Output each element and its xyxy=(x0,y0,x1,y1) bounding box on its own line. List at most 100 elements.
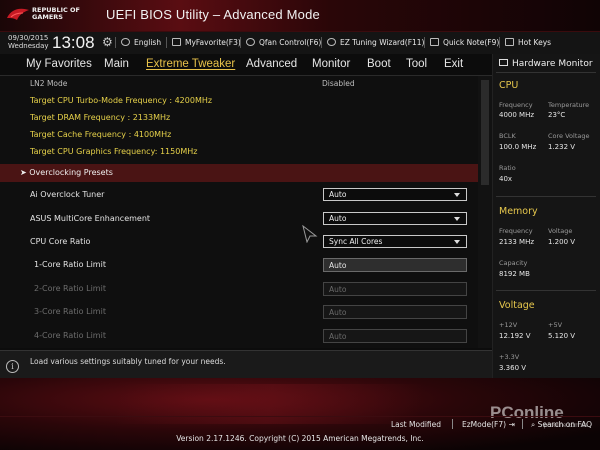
cpu-core-ratio-label: CPU Core Ratio xyxy=(30,237,91,246)
search-faq-button[interactable]: ⌕ Search on FAQ xyxy=(531,420,592,430)
ez-tuning-wizard-button[interactable]: EZ Tuning Wizard(F11) xyxy=(327,38,424,47)
overclocking-presets-label: ➤ Overclocking Presets xyxy=(20,168,113,177)
core-voltage-value: 1.232 V xyxy=(548,143,576,151)
favorite-icon xyxy=(172,38,181,46)
hardware-monitor-title: Hardware Monitor xyxy=(499,59,593,69)
hw-title-text: Hardware Monitor xyxy=(512,59,593,69)
globe-icon xyxy=(121,38,130,46)
scrollbar-thumb[interactable] xyxy=(481,80,489,185)
brand-text: REPUBLIC OF GAMERS xyxy=(32,6,81,21)
voltage-heading: Voltage xyxy=(499,300,535,311)
memory-frequency-value: 2133 MHz xyxy=(499,238,535,246)
core1-ratio-label: 1-Core Ratio Limit xyxy=(34,260,106,269)
chevron-down-icon xyxy=(454,240,460,244)
divider xyxy=(496,196,596,197)
rog-eye-icon xyxy=(7,8,29,20)
core2-ratio-label: 2-Core Ratio Limit xyxy=(34,284,106,293)
v5-label: +5V xyxy=(548,321,563,329)
language-button[interactable]: English xyxy=(121,38,161,47)
cpu-frequency-label: Frequency xyxy=(499,101,533,109)
quick-note-button[interactable]: Quick Note(F9) xyxy=(430,38,499,47)
preset-text: Overclocking Presets xyxy=(29,168,113,177)
memory-voltage-label: Voltage xyxy=(548,227,573,235)
v5-value: 5.120 V xyxy=(548,332,576,340)
v33-value: 3.360 V xyxy=(499,364,527,372)
hot-keys-label: Hot Keys xyxy=(518,38,552,47)
select-value: Sync All Cores xyxy=(329,237,383,246)
target-cpu-turbo: Target CPU Turbo-Mode Frequency : 4200MH… xyxy=(30,96,213,105)
tab-monitor[interactable]: Monitor xyxy=(312,58,350,70)
target-dram-frequency: Target DRAM Frequency : 2133MHz xyxy=(30,113,171,122)
divider xyxy=(522,419,523,429)
app-title: UEFI BIOS Utility – Advanced Mode xyxy=(106,7,320,22)
select-value: Auto xyxy=(329,190,347,199)
help-icon xyxy=(505,38,514,46)
core-voltage-label: Core Voltage xyxy=(548,132,590,140)
divider xyxy=(499,37,500,48)
multicore-enhancement-label: ASUS MultiCore Enhancement xyxy=(30,214,151,223)
bclk-value: 100.0 MHz xyxy=(499,143,537,151)
ai-overclock-tuner-select[interactable]: Auto xyxy=(323,188,467,201)
memory-voltage-value: 1.200 V xyxy=(548,238,576,246)
divider xyxy=(321,37,322,48)
core2-ratio-field: Auto xyxy=(323,282,467,296)
divider xyxy=(166,37,167,48)
divider xyxy=(0,416,600,417)
select-value: Auto xyxy=(329,214,347,223)
cpu-core-ratio-select[interactable]: Sync All Cores xyxy=(323,235,467,248)
settings-gear-icon[interactable]: ⚙ xyxy=(102,35,113,49)
tab-advanced[interactable]: Advanced xyxy=(246,58,297,70)
myfavorite-button[interactable]: MyFavorite(F3) xyxy=(172,38,241,47)
target-cache-frequency: Target Cache Frequency : 4100MHz xyxy=(30,130,172,139)
ez-tuning-label: EZ Tuning Wizard(F11) xyxy=(340,38,425,47)
divider xyxy=(424,37,425,48)
wand-icon xyxy=(327,38,336,46)
qfan-control-button[interactable]: Qfan Control(F6) xyxy=(246,38,321,47)
divider xyxy=(240,37,241,48)
myfavorite-label: MyFavorite(F3) xyxy=(185,38,241,47)
tab-boot[interactable]: Boot xyxy=(367,58,391,70)
ratio-value: 40x xyxy=(499,175,513,183)
ln2-mode-label: LN2 Mode xyxy=(30,79,68,88)
divider xyxy=(496,72,596,73)
search-label: Search on FAQ xyxy=(537,420,592,429)
memory-heading: Memory xyxy=(499,206,538,217)
tab-my-favorites[interactable]: My Favorites xyxy=(26,58,92,70)
ezmode-label: EzMode(F7) xyxy=(462,420,507,429)
v33-label: +3.3V xyxy=(499,353,520,361)
bios-screen: REPUBLIC OF GAMERS UEFI BIOS Utility – A… xyxy=(0,0,600,450)
tab-main[interactable]: Main xyxy=(104,58,129,70)
bclk-label: BCLK xyxy=(499,132,516,140)
multicore-enhancement-select[interactable]: Auto xyxy=(323,212,467,225)
target-cpu-graphics: Target CPU Graphics Frequency: 1150MHz xyxy=(30,147,198,156)
tab-extreme-tweaker[interactable]: Extreme Tweaker xyxy=(146,58,235,70)
clock-time: 13:08 xyxy=(52,33,95,52)
last-modified-button[interactable]: Last Modified xyxy=(391,420,441,429)
cpu-frequency-value: 4000 MHz xyxy=(499,111,535,119)
chevron-down-icon xyxy=(454,217,460,221)
tab-exit[interactable]: Exit xyxy=(444,58,463,70)
v12-value: 12.192 V xyxy=(499,332,531,340)
core4-ratio-field: Auto xyxy=(323,329,467,343)
v12-label: +12V xyxy=(499,321,518,329)
exit-arrow-icon: ⇥ xyxy=(508,420,515,429)
core1-ratio-field[interactable]: Auto xyxy=(323,258,467,272)
core4-ratio-label: 4-Core Ratio Limit xyxy=(34,331,106,340)
tab-tool[interactable]: Tool xyxy=(406,58,427,70)
mouse-cursor-icon xyxy=(302,225,318,243)
language-label: English xyxy=(134,38,162,47)
help-text: Load various settings suitably tuned for… xyxy=(30,357,226,366)
day-text: Wednesday xyxy=(8,42,49,50)
version-text: Version 2.17.1246. Copyright (C) 2015 Am… xyxy=(176,434,424,443)
hot-keys-button[interactable]: Hot Keys xyxy=(505,38,551,47)
core3-ratio-label: 3-Core Ratio Limit xyxy=(34,307,106,316)
quick-note-label: Quick Note(F9) xyxy=(443,38,500,47)
info-icon: i xyxy=(6,360,19,373)
ezmode-button[interactable]: EzMode(F7) ⇥ xyxy=(462,420,515,429)
core3-ratio-field: Auto xyxy=(323,305,467,319)
memory-frequency-label: Frequency xyxy=(499,227,533,235)
cpu-temperature-label: Temperature xyxy=(548,101,590,109)
rog-logo: REPUBLIC OF GAMERS xyxy=(6,4,102,28)
cpu-heading: CPU xyxy=(499,80,519,91)
search-icon: ⌕ xyxy=(531,420,536,429)
